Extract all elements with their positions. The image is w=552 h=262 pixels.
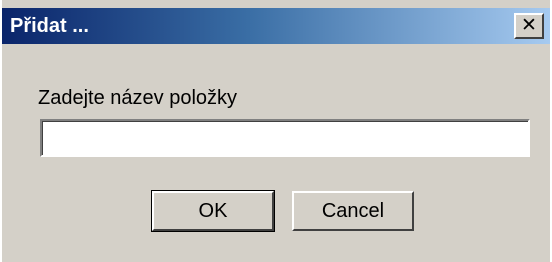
- add-item-dialog: Přidat ... ✕ Zadejte název položky OK Ca…: [0, 0, 550, 262]
- close-button[interactable]: ✕: [514, 13, 544, 39]
- window-title: Přidat ...: [10, 15, 89, 37]
- item-name-input[interactable]: [40, 119, 530, 157]
- title-bar[interactable]: Přidat ... ✕: [2, 8, 550, 44]
- close-icon: ✕: [521, 14, 537, 36]
- item-name-label: Zadejte název položky: [38, 87, 238, 109]
- ok-button[interactable]: OK: [151, 190, 275, 232]
- cancel-button[interactable]: Cancel: [292, 191, 414, 231]
